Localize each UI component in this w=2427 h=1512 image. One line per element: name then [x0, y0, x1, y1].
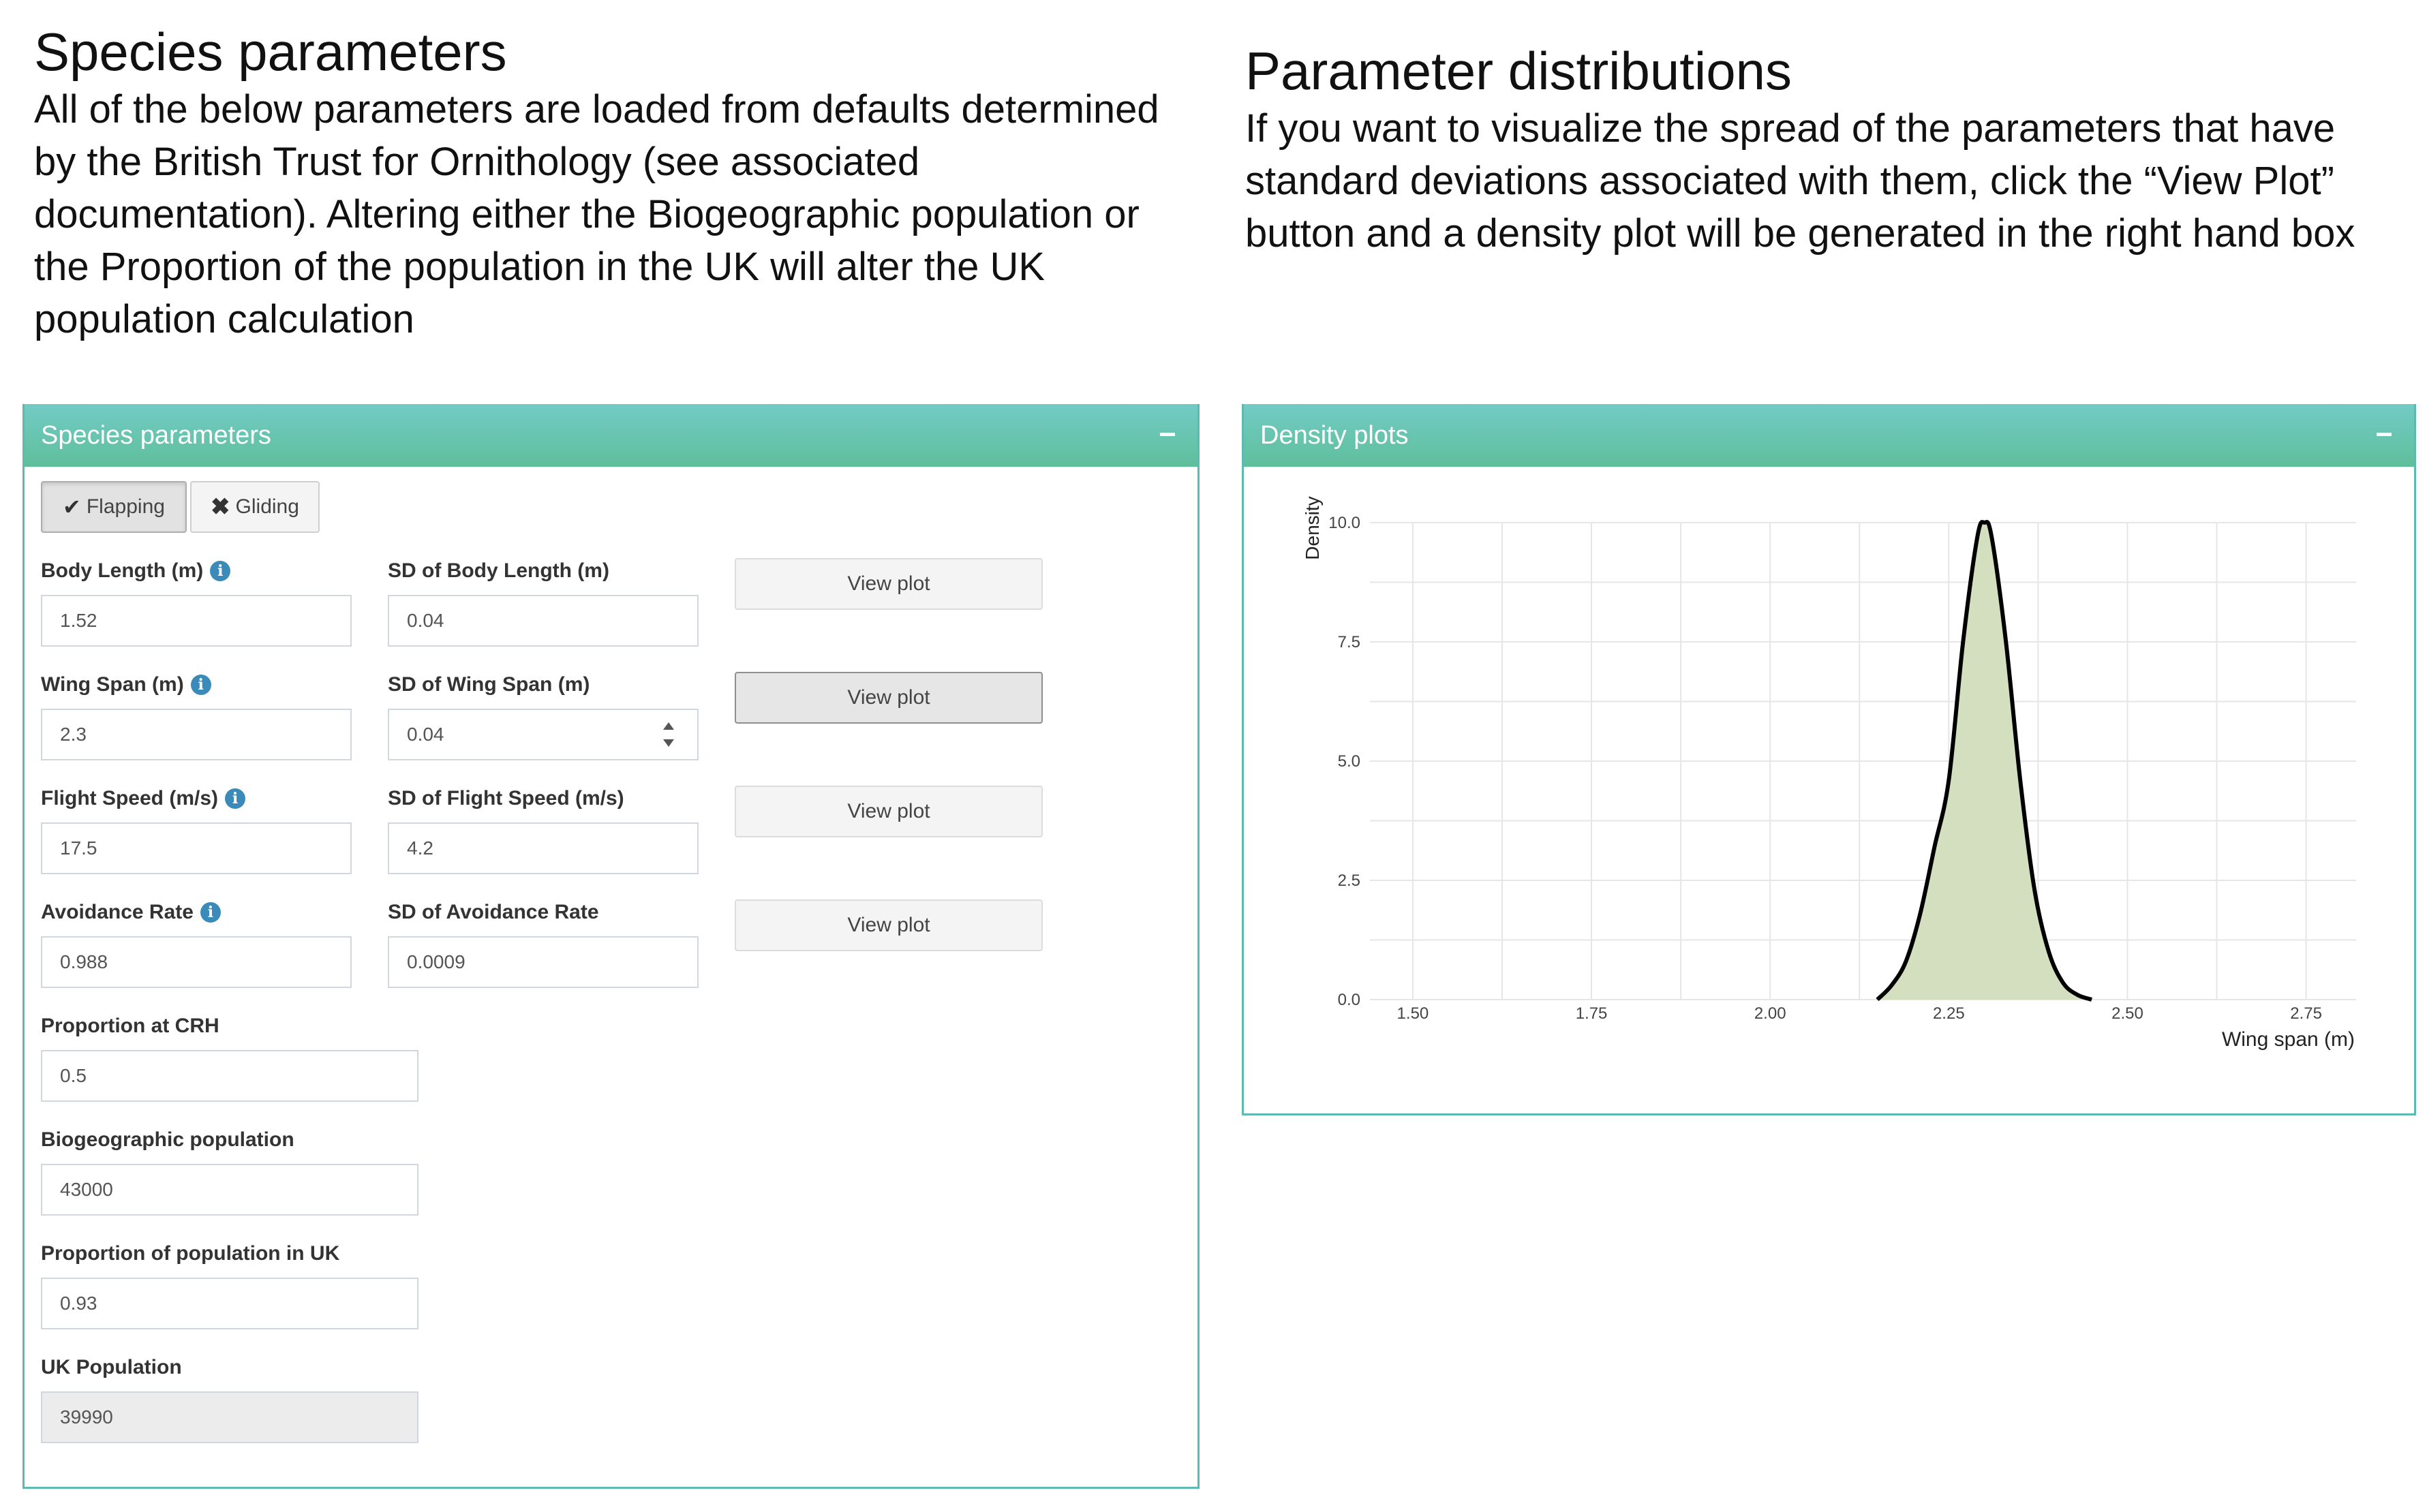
x-tick-label: 1.75: [1576, 1004, 1608, 1023]
x-tick-label: 2.50: [2111, 1004, 2143, 1023]
y-axis-label: Density: [1302, 496, 1323, 559]
y-tick-label: 2.5: [1338, 871, 1360, 890]
species-intro: Species parameters All of the below para…: [34, 20, 1165, 345]
wing-span-label-text: Wing Span (m): [41, 673, 184, 696]
info-icon[interactable]: i: [225, 788, 246, 809]
info-icon[interactable]: i: [200, 902, 221, 923]
sd-wing-span-label-text: SD of Wing Span (m): [388, 673, 590, 696]
flight-speed-label-text: Flight Speed (m/s): [41, 787, 219, 809]
check-icon: ✔: [63, 495, 81, 519]
collapse-density-box-button[interactable]: [2369, 419, 2399, 449]
density-chart: 1.50 1.75 2.00 2.25 2.50 2.75 0.0 2.5 5.0 7.5 10.0…: [1302, 496, 2356, 1051]
sd-wing-span-input[interactable]: [388, 709, 699, 760]
species-intro-title: Species parameters: [34, 22, 507, 82]
species-parameters-box: Species parameters ✔ Flapping ✖ Gliding …: [22, 404, 1200, 1489]
density-box-title: Density plots: [1260, 420, 1409, 450]
proportion-uk-input[interactable]: [41, 1278, 418, 1329]
body-length-input[interactable]: [41, 595, 352, 647]
flight-speed-input[interactable]: [41, 822, 352, 874]
gliding-toggle[interactable]: ✖ Gliding: [190, 481, 320, 533]
flapping-toggle[interactable]: ✔ Flapping: [41, 481, 187, 533]
distribution-intro: Parameter distributions If you want to v…: [1245, 40, 2404, 260]
avoidance-rate-label-text: Avoidance Rate: [41, 901, 194, 923]
view-plot-body-length-button[interactable]: View plot: [735, 558, 1043, 610]
proportion-crh-label: Proportion at CRH: [41, 1015, 219, 1038]
number-spinner[interactable]: [660, 722, 677, 747]
y-tick-label: 10.0: [1328, 514, 1360, 532]
spin-up-icon[interactable]: [663, 722, 674, 730]
proportion-crh-input[interactable]: [41, 1050, 418, 1102]
biogeographic-population-input[interactable]: [41, 1164, 418, 1216]
sd-body-length-label-text: SD of Body Length (m): [388, 559, 609, 582]
minus-icon: [2377, 432, 2392, 436]
view-plot-flight-speed-button[interactable]: View plot: [735, 786, 1043, 837]
proportion-uk-label: Proportion of population in UK: [41, 1242, 339, 1265]
distribution-intro-text: If you want to visualize the spread of t…: [1245, 106, 2355, 256]
collapse-species-box-button[interactable]: [1153, 419, 1182, 449]
wing-span-label: Wing Span (m) i: [41, 673, 211, 696]
uk-population-label: UK Population: [41, 1356, 182, 1379]
sd-wing-span-label: SD of Wing Span (m): [388, 673, 590, 696]
y-tick-label: 0.0: [1338, 991, 1360, 1009]
biogeographic-population-label-text: Biogeographic population: [41, 1128, 294, 1151]
proportion-uk-label-text: Proportion of population in UK: [41, 1242, 340, 1265]
uk-population-output: [41, 1391, 418, 1443]
gliding-label: Gliding: [235, 495, 299, 518]
minus-icon: [1160, 432, 1175, 436]
sd-body-length-input[interactable]: [388, 595, 699, 647]
density-plots-box: Density plots 1.50 1.75 2.00 2.25 2.50 2.75 0.…: [1242, 404, 2416, 1115]
y-tick-label: 7.5: [1338, 633, 1360, 651]
info-icon[interactable]: i: [190, 675, 211, 695]
density-box-header: Density plots: [1244, 404, 2414, 467]
x-tick-label: 1.50: [1397, 1004, 1429, 1023]
sd-avoidance-rate-label: SD of Avoidance Rate: [388, 901, 599, 924]
species-box-header: Species parameters: [25, 404, 1197, 467]
species-box-title: Species parameters: [41, 420, 271, 450]
y-tick-label: 5.0: [1338, 752, 1360, 771]
sd-flight-speed-label-text: SD of Flight Speed (m/s): [388, 787, 624, 809]
info-icon[interactable]: i: [210, 561, 231, 581]
distribution-intro-title: Parameter distributions: [1245, 41, 1792, 101]
sd-avoidance-rate-input[interactable]: [388, 936, 699, 988]
sd-body-length-label: SD of Body Length (m): [388, 559, 609, 583]
body-length-label-text: Body Length (m): [41, 559, 204, 582]
proportion-crh-label-text: Proportion at CRH: [41, 1015, 219, 1037]
cross-icon: ✖: [211, 494, 230, 520]
body-length-label: Body Length (m) i: [41, 559, 231, 583]
flapping-label: Flapping: [86, 495, 165, 518]
species-intro-text: All of the below parameters are loaded f…: [34, 87, 1159, 341]
avoidance-rate-label: Avoidance Rate i: [41, 901, 221, 924]
sd-avoidance-rate-label-text: SD of Avoidance Rate: [388, 901, 599, 923]
view-plot-wing-span-button[interactable]: View plot: [735, 672, 1043, 724]
x-tick-label: 2.75: [2290, 1004, 2322, 1023]
avoidance-rate-input[interactable]: [41, 936, 352, 988]
flight-speed-label: Flight Speed (m/s) i: [41, 787, 246, 810]
x-axis-label: Wing span (m): [2222, 1028, 2355, 1051]
biogeographic-population-label: Biogeographic population: [41, 1128, 294, 1152]
x-tick-label: 2.00: [1754, 1004, 1786, 1023]
view-plot-avoidance-rate-button[interactable]: View plot: [735, 899, 1043, 951]
sd-flight-speed-label: SD of Flight Speed (m/s): [388, 787, 624, 810]
sd-flight-speed-input[interactable]: [388, 822, 699, 874]
x-tick-label: 2.25: [1933, 1004, 1965, 1023]
spin-down-icon[interactable]: [663, 739, 674, 747]
uk-population-label-text: UK Population: [41, 1356, 182, 1378]
wing-span-input[interactable]: [41, 709, 352, 760]
